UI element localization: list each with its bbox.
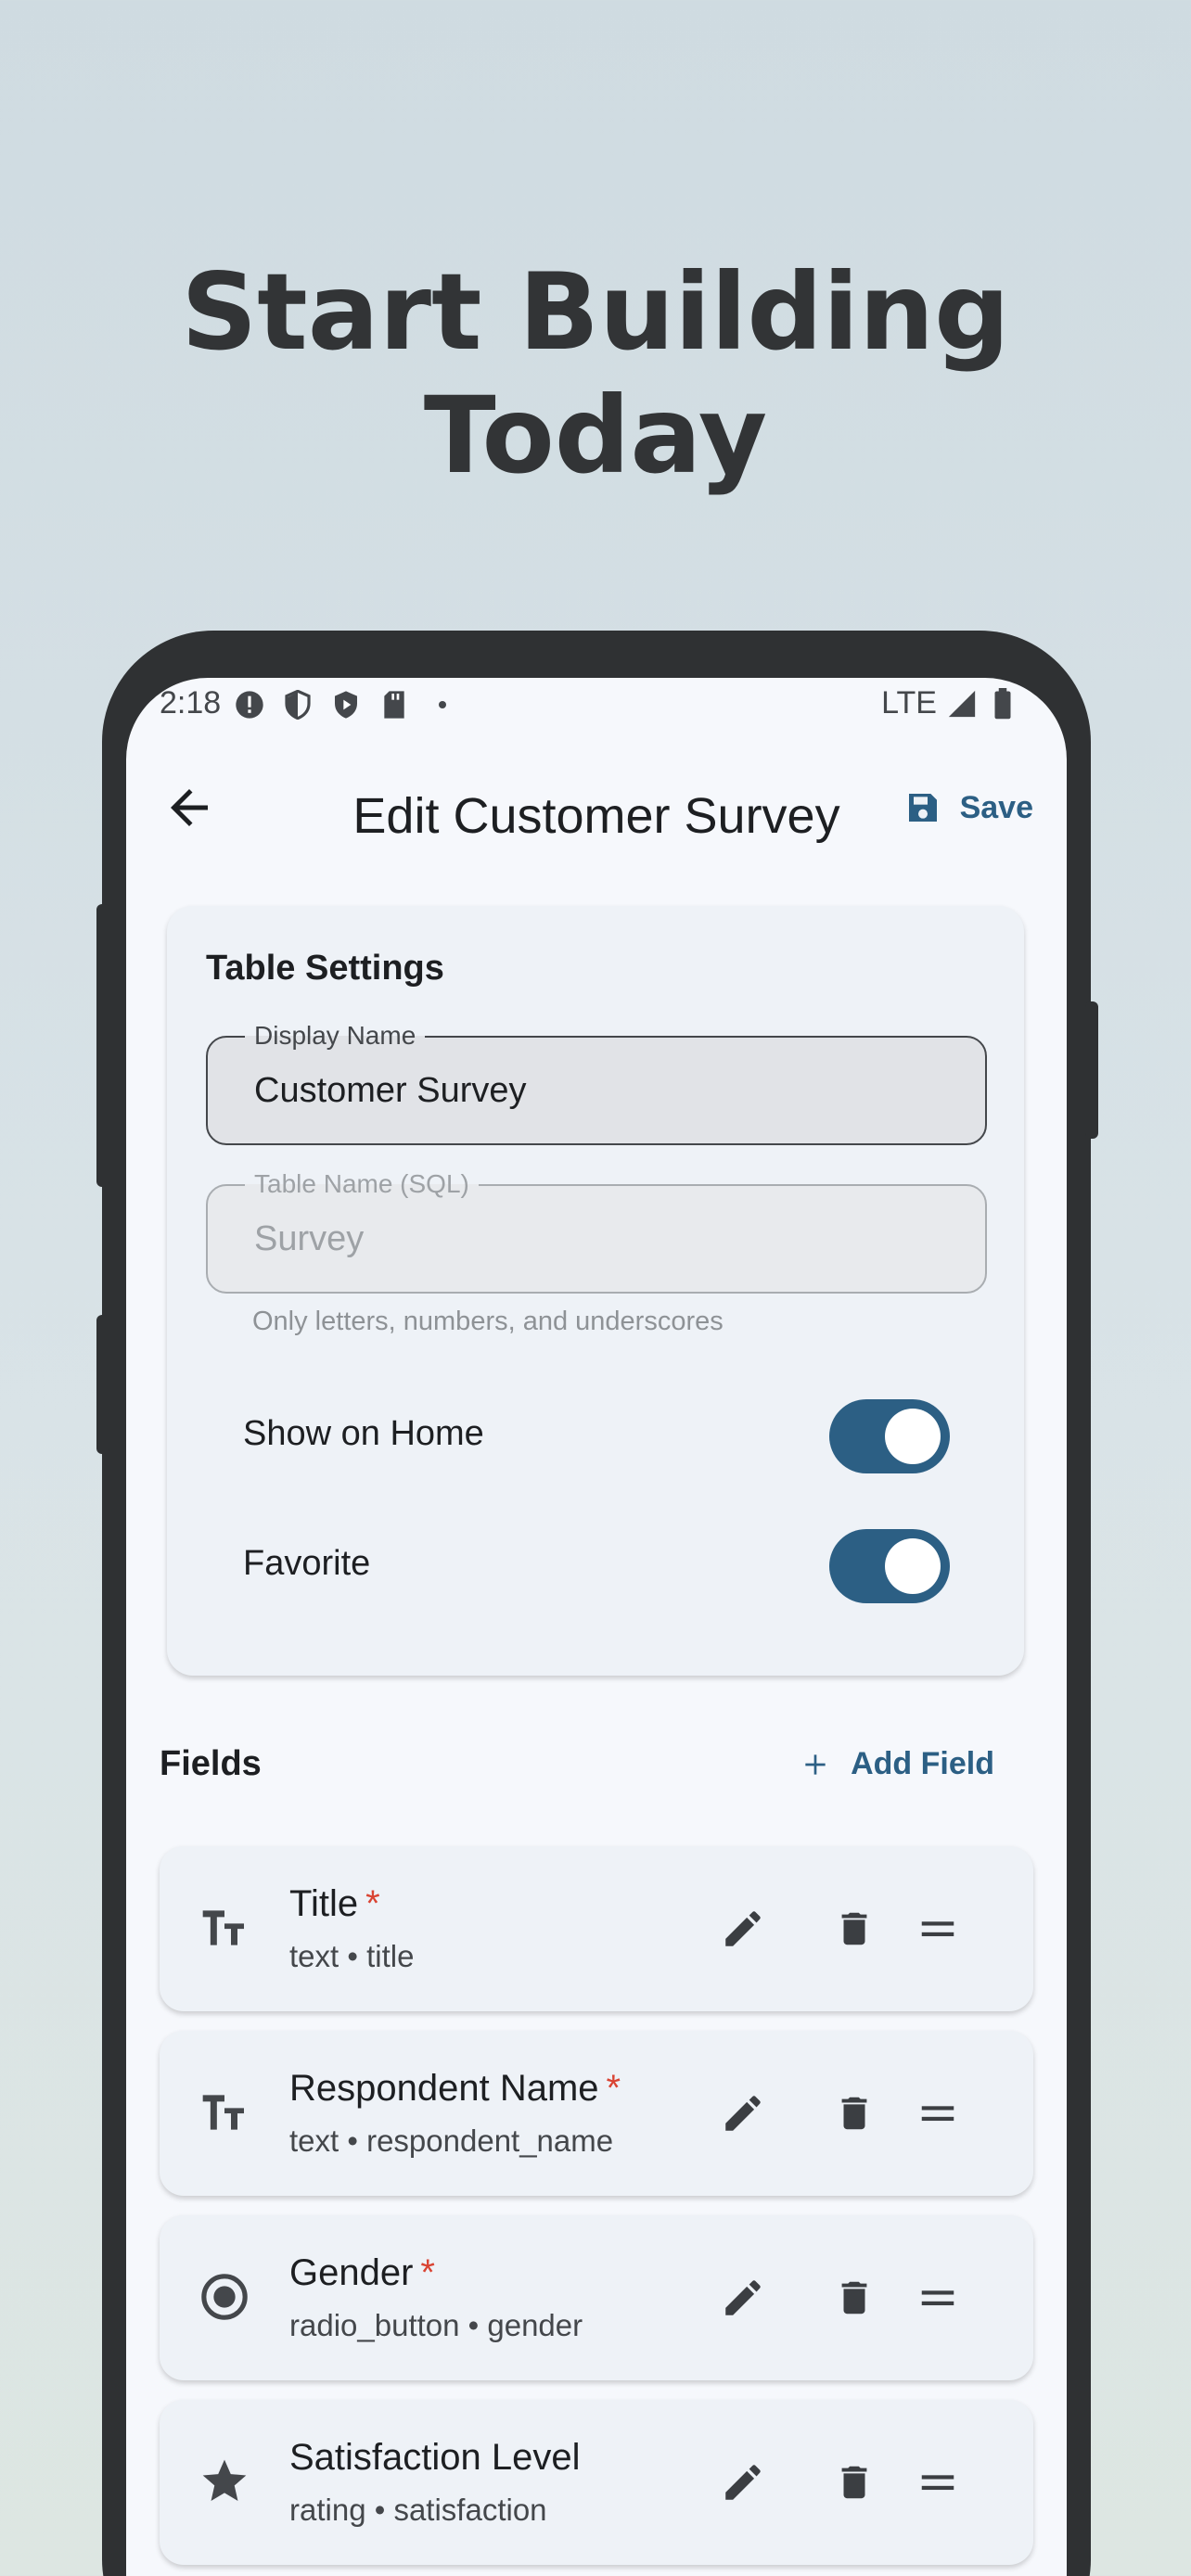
- status-bar: 2:18 LTE: [126, 678, 1067, 733]
- phone-side-button: [96, 904, 109, 1187]
- delete-button[interactable]: [829, 2457, 879, 2507]
- fields-title: Fields: [160, 1744, 262, 1783]
- edit-button[interactable]: [718, 2457, 768, 2507]
- text-fields-icon: [197, 1900, 252, 1956]
- add-field-label: Add Field: [851, 1746, 994, 1781]
- phone-side-button: [1085, 1001, 1098, 1139]
- trash-icon: [841, 2097, 867, 2130]
- toggle-knob: [885, 1538, 941, 1594]
- save-icon: [908, 794, 937, 822]
- battery-icon: [987, 687, 1018, 720]
- field-row-gender[interactable]: Gender * radio_button • gender: [160, 2215, 1033, 2380]
- required-mark: *: [606, 2068, 621, 2109]
- save-button[interactable]: Save: [904, 789, 1033, 826]
- drag-handle-icon: [921, 2290, 954, 2306]
- save-label: Save: [959, 789, 1033, 825]
- trash-icon: [841, 2466, 867, 2499]
- text-fields-icon: [197, 2085, 252, 2140]
- drag-handle[interactable]: [913, 1904, 963, 1954]
- required-mark: *: [365, 1883, 380, 1924]
- show-on-home-row: Show on Home: [243, 1397, 950, 1473]
- display-name-value: Customer Survey: [254, 1071, 527, 1110]
- shield-icon: [282, 689, 314, 721]
- trash-icon: [841, 2281, 867, 2315]
- alert-icon: [234, 689, 265, 721]
- display-name-label: Display Name: [245, 1021, 426, 1051]
- pencil-icon: [725, 2280, 761, 2315]
- field-meta: rating • satisfaction: [289, 2493, 547, 2527]
- drag-handle[interactable]: [913, 2273, 963, 2323]
- radio-button-icon: [197, 2269, 252, 2325]
- status-time: 2:18: [160, 685, 222, 721]
- field-meta: text • title: [289, 1939, 415, 1973]
- required-mark: *: [420, 2252, 435, 2293]
- delete-button[interactable]: [829, 2273, 879, 2323]
- show-on-home-label: Show on Home: [243, 1414, 484, 1453]
- field-name: Respondent Name: [289, 2068, 599, 2109]
- pencil-icon: [725, 2096, 761, 2131]
- show-on-home-toggle[interactable]: [829, 1399, 950, 1473]
- drag-handle-icon: [921, 1921, 954, 1937]
- field-meta: radio_button • gender: [289, 2308, 583, 2342]
- trash-icon: [841, 1912, 867, 1945]
- field-row-title[interactable]: Title * text • title: [160, 1846, 1033, 2011]
- sd-card-icon: [378, 689, 410, 721]
- star-icon: [197, 2454, 252, 2509]
- dot-icon: [427, 689, 458, 721]
- app-bar: Edit Customer Survey Save: [126, 752, 1067, 863]
- phone-side-button: [96, 1315, 109, 1454]
- table-name-value: Survey: [254, 1219, 365, 1258]
- pencil-icon: [725, 1911, 761, 1946]
- field-name: Title: [289, 1883, 359, 1924]
- field-name: Gender: [289, 2252, 414, 2293]
- delete-button[interactable]: [829, 2088, 879, 2138]
- edit-button[interactable]: [718, 1904, 768, 1954]
- pencil-icon: [725, 2465, 761, 2500]
- drag-handle[interactable]: [913, 2088, 963, 2138]
- field-name: Satisfaction Level: [289, 2437, 581, 2478]
- headline: Start Building Today: [181, 250, 1010, 497]
- plus-icon: [805, 1753, 826, 1775]
- favorite-toggle[interactable]: [829, 1529, 950, 1603]
- field-meta: text • respondent_name: [289, 2123, 614, 2158]
- toggle-knob: [885, 1409, 941, 1464]
- delete-button[interactable]: [829, 1904, 879, 1954]
- drag-handle-icon: [921, 2475, 954, 2491]
- field-row-respondent-name[interactable]: Respondent Name * text • respondent_name: [160, 2031, 1033, 2196]
- play-icon: [330, 689, 362, 721]
- field-row-satisfaction-level[interactable]: Satisfaction Level rating • satisfaction: [160, 2400, 1033, 2565]
- table-name-field: Table Name (SQL) Survey: [206, 1169, 987, 1294]
- add-field-button[interactable]: Add Field: [800, 1746, 994, 1782]
- edit-button[interactable]: [718, 2273, 768, 2323]
- network-label: LTE: [881, 685, 937, 721]
- favorite-label: Favorite: [243, 1544, 371, 1583]
- display-name-field[interactable]: Display Name Customer Survey: [206, 1021, 987, 1145]
- signal-icon: [946, 688, 978, 720]
- table-settings-title: Table Settings: [206, 949, 444, 988]
- table-name-label: Table Name (SQL): [245, 1169, 479, 1199]
- favorite-row: Favorite: [243, 1527, 950, 1603]
- table-name-helper: Only letters, numbers, and underscores: [252, 1307, 724, 1336]
- table-settings-card: Table Settings Display Name Customer Sur…: [167, 906, 1024, 1676]
- edit-button[interactable]: [718, 2088, 768, 2138]
- drag-handle-icon: [921, 2106, 954, 2122]
- drag-handle[interactable]: [913, 2457, 963, 2507]
- phone-screen: 2:18 LTE Edit Customer Survey Save Table…: [126, 678, 1067, 2576]
